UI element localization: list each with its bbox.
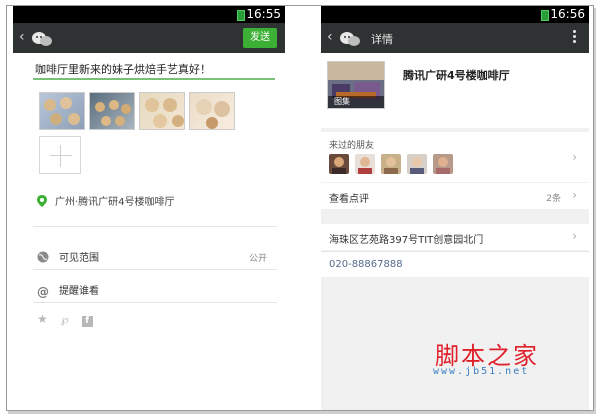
star-icon[interactable]: ★ <box>37 312 48 326</box>
place-card: 图集 腾讯广研4号楼咖啡厅 <box>321 53 589 128</box>
phone-number[interactable]: 020-88867888 <box>329 259 403 270</box>
divider <box>33 226 277 227</box>
friends-label: 来过的朋友 <box>329 141 375 151</box>
avatar[interactable] <box>381 154 401 174</box>
post-text-input[interactable]: 咖啡厅里新来的妹子烘焙手艺真好！ <box>35 61 211 77</box>
wechat-icon <box>32 32 52 46</box>
qzone-icon[interactable]: ℘ <box>61 313 69 326</box>
friends-card[interactable]: 来过的朋友 › <box>321 132 589 182</box>
photo-thumbnail[interactable] <box>39 92 85 130</box>
location-text: 广州·腾讯广研4号楼咖啡厅 <box>55 197 175 208</box>
chevron-right-icon: › <box>572 229 577 243</box>
cookie-photo <box>196 99 230 129</box>
add-photo-button[interactable] <box>39 136 81 174</box>
photo-thumbnail[interactable] <box>139 92 185 130</box>
remind-label: 提醒谁看 <box>59 286 99 297</box>
page-title: 详情 <box>371 33 393 46</box>
avatar[interactable] <box>433 154 453 174</box>
share-icons: ★ ℘ f <box>37 308 101 327</box>
compose-screen: 16:55 ‹ 发送 咖啡厅里新来的妹子烘焙手艺真好！ 广州·腾讯广研4号楼咖啡… <box>13 6 285 410</box>
cookie-photo <box>44 97 80 125</box>
more-menu-icon[interactable] <box>573 30 577 46</box>
chevron-right-icon: › <box>572 188 577 202</box>
photo-thumbnail[interactable] <box>89 92 135 130</box>
album-tag: 图集 <box>328 96 384 108</box>
address-text: 海珠区艺苑路397号TIT创意园北门 <box>329 235 484 246</box>
back-icon[interactable]: ‹ <box>327 29 333 45</box>
avatar[interactable] <box>355 154 375 174</box>
visibility-value: 公开 <box>248 254 267 264</box>
battery-icon <box>237 10 245 21</box>
watermark-url: www.jb51.net <box>433 366 530 377</box>
reviews-row[interactable]: 查看点评 2条 › <box>321 183 589 209</box>
visibility-label: 可见范围 <box>59 253 99 264</box>
cookie-photo <box>95 100 131 126</box>
top-bar: ‹ 发送 <box>13 23 285 53</box>
chevron-right-icon: › <box>572 150 577 164</box>
facebook-icon[interactable]: f <box>81 316 93 327</box>
battery-icon <box>541 10 549 21</box>
post-text-underline <box>33 78 275 80</box>
location-pin-icon <box>37 195 47 207</box>
back-icon[interactable]: ‹ <box>19 29 25 45</box>
status-bar: 16:56 <box>321 6 589 23</box>
status-time: 16:56 <box>550 7 585 21</box>
address-row[interactable]: 海珠区艺苑路397号TIT创意园北门 › <box>321 224 589 250</box>
place-photo[interactable]: 图集 <box>327 61 385 109</box>
avatar[interactable] <box>329 154 349 174</box>
send-button[interactable]: 发送 <box>243 28 277 48</box>
location-row[interactable]: 广州·腾讯广研4号楼咖啡厅 <box>37 193 175 208</box>
status-time: 16:55 <box>246 7 281 21</box>
globe-icon <box>37 251 49 263</box>
avatar[interactable] <box>407 154 427 174</box>
at-icon: @ <box>37 285 49 299</box>
screenshot-frame: 16:55 ‹ 发送 咖啡厅里新来的妹子烘焙手艺真好！ 广州·腾讯广研4号楼咖啡… <box>6 5 594 411</box>
place-name: 腾讯广研4号楼咖啡厅 <box>403 69 510 82</box>
divider <box>33 302 277 303</box>
wechat-icon <box>340 32 360 46</box>
top-bar: ‹ 详情 <box>321 23 589 53</box>
divider <box>33 269 277 270</box>
phone-row[interactable]: 020-88867888 <box>321 251 589 277</box>
reviews-label: 查看点评 <box>329 194 369 205</box>
reviews-count: 2条 <box>546 194 561 204</box>
status-bar: 16:55 <box>13 6 285 23</box>
cookie-photo <box>145 98 184 128</box>
remind-row[interactable]: @ 提醒谁看 <box>37 282 99 299</box>
visibility-row[interactable]: 可见范围 <box>37 249 99 264</box>
divider-gap <box>285 6 321 410</box>
photo-thumbnail[interactable] <box>189 92 235 130</box>
